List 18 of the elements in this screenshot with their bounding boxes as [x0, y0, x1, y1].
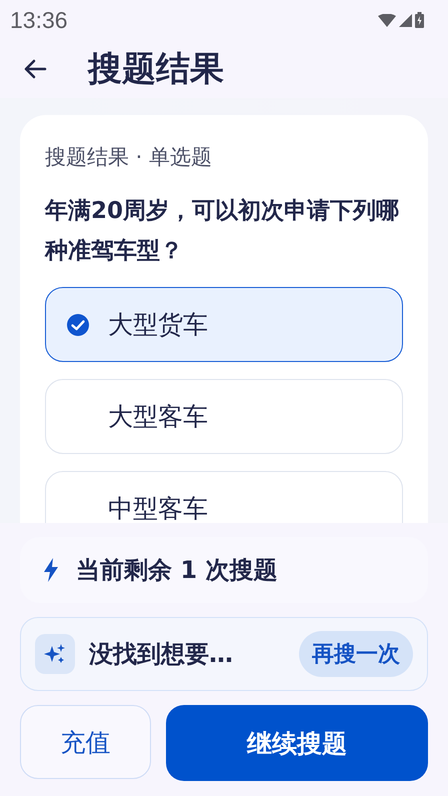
signal-icon: [399, 14, 412, 26]
sparkle-icon: [35, 634, 75, 674]
question-type-label: 搜题结果 · 单选题: [45, 144, 214, 171]
continue-search-button[interactable]: 继续搜题: [166, 705, 428, 781]
question-text: 年满20周岁，可以初次申请下列哪种准驾车型？: [45, 197, 400, 266]
page-title: 搜题结果: [88, 48, 224, 91]
search-again-button[interactable]: 再搜一次: [299, 631, 413, 677]
remaining-text: 当前剩余 1 次搜题: [76, 555, 278, 586]
battery-icon: [415, 12, 424, 28]
answer-option[interactable]: 大型货车: [45, 287, 403, 362]
answer-option[interactable]: 中型客车: [45, 471, 403, 523]
answer-option[interactable]: 大型客车: [45, 379, 403, 454]
retry-prompt: 没找到想要…: [89, 639, 234, 670]
check-icon: [66, 312, 90, 336]
status-time: 13:36: [10, 6, 68, 34]
wifi-icon: [378, 14, 396, 26]
lightning-icon: [44, 558, 58, 582]
recharge-button[interactable]: 充值: [20, 705, 151, 779]
